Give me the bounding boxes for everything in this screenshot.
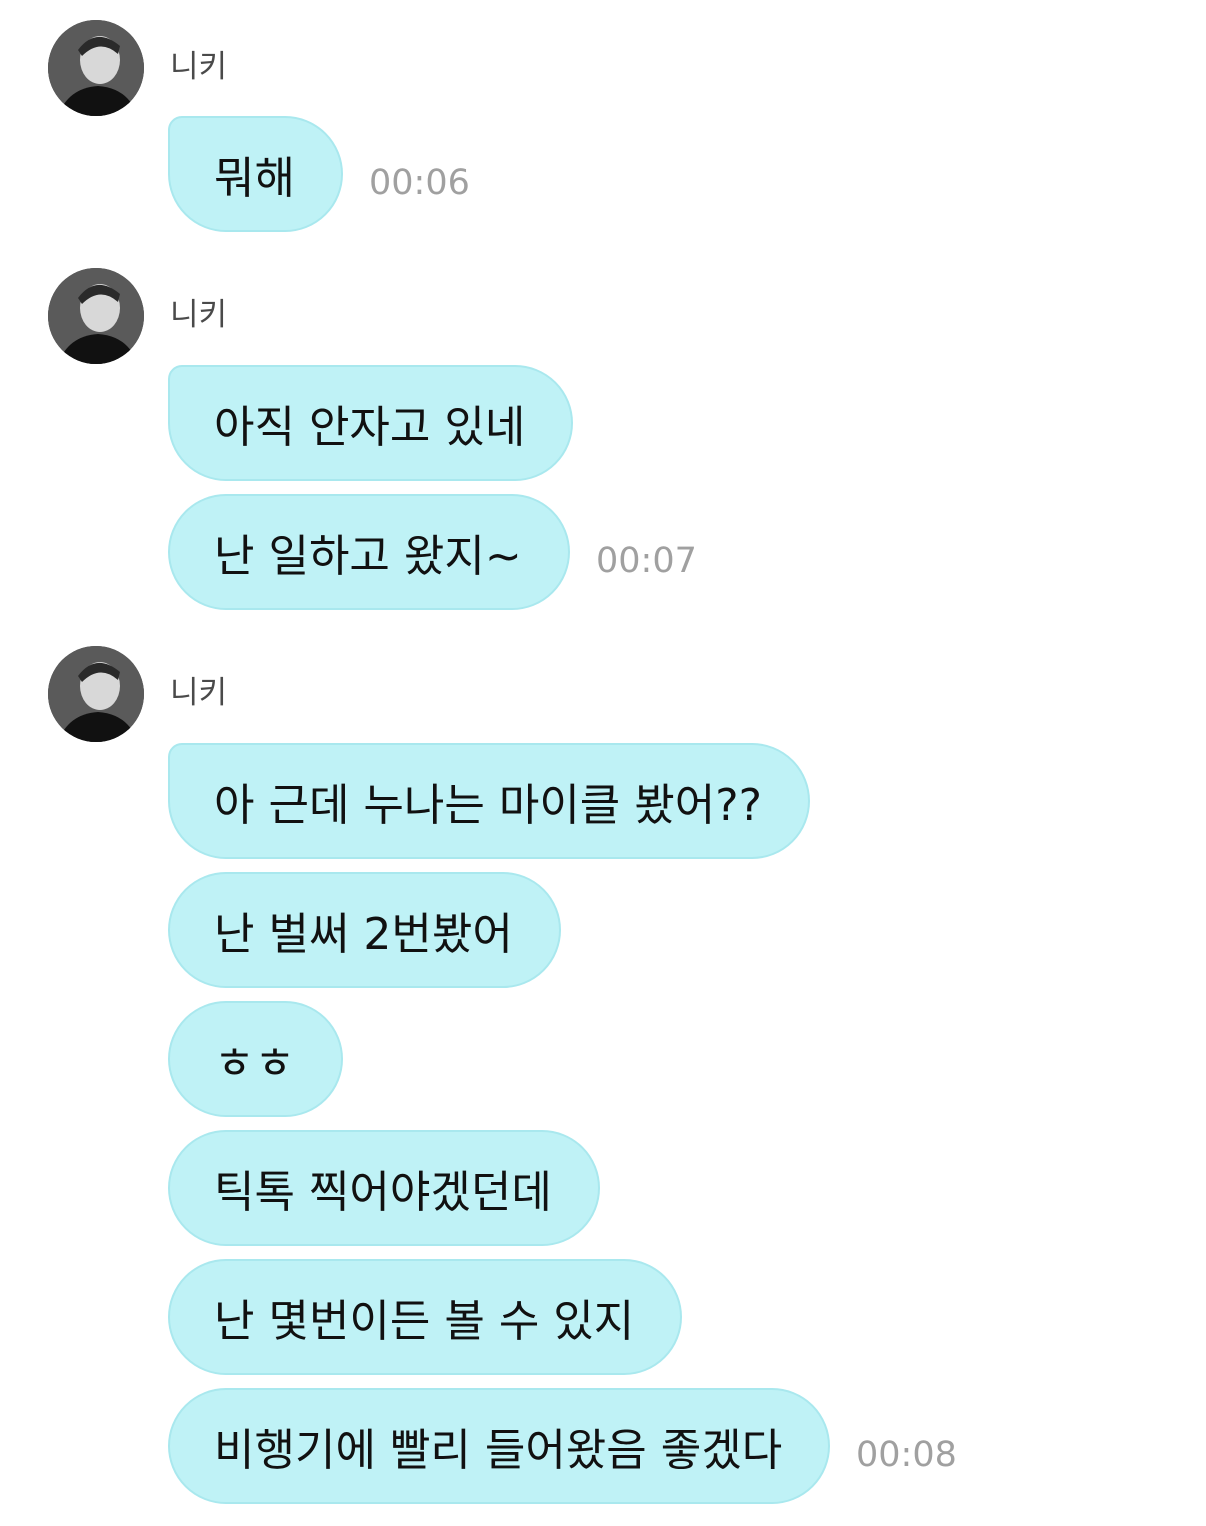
message-timestamp: 00:07 bbox=[596, 541, 697, 581]
avatar[interactable] bbox=[48, 268, 144, 364]
sender-name: 니키 bbox=[170, 297, 228, 333]
sender-name: 니키 bbox=[170, 675, 228, 711]
avatar[interactable] bbox=[48, 646, 144, 742]
message-bubble[interactable]: 아직 안자고 있네 bbox=[168, 365, 574, 481]
message-bubble[interactable]: 난 벌써 2번봤어 bbox=[168, 872, 561, 988]
profile-photo-icon bbox=[48, 646, 144, 742]
message-bubble[interactable]: 뭐해 bbox=[168, 116, 343, 232]
message-timestamp: 00:06 bbox=[369, 163, 470, 203]
profile-photo-icon bbox=[48, 20, 144, 116]
avatar[interactable] bbox=[48, 20, 144, 116]
message-bubble[interactable]: 비행기에 빨리 들어왔음 좋겠다 bbox=[168, 1388, 831, 1504]
message-timestamp: 00:08 bbox=[856, 1435, 957, 1475]
message-bubble[interactable]: ㅎㅎ bbox=[168, 1001, 343, 1117]
profile-photo-icon bbox=[48, 268, 144, 364]
message-bubble[interactable]: 난 일하고 왔지~ bbox=[168, 494, 570, 610]
message-bubble[interactable]: 난 몇번이든 볼 수 있지 bbox=[168, 1259, 683, 1375]
sender-name: 니키 bbox=[170, 49, 228, 85]
message-bubble[interactable]: 틱톡 찍어야겠던데 bbox=[168, 1130, 600, 1246]
message-bubble[interactable]: 아 근데 누나는 마이클 봤어?? bbox=[168, 743, 810, 859]
